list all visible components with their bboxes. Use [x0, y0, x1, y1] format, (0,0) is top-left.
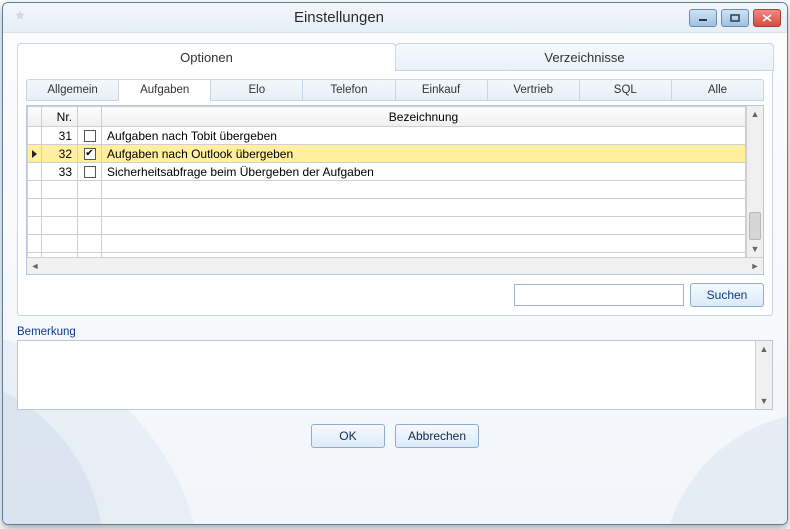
search-button[interactable]: Suchen — [690, 283, 764, 307]
dialog-buttons: OK Abbrechen — [17, 410, 773, 448]
scroll-left-icon: ◄ — [27, 261, 43, 271]
row-indicator — [28, 127, 42, 145]
remark-vscrollbar[interactable]: ▲ ▼ — [755, 341, 772, 409]
cell-label: Aufgaben nach Outlook übergeben — [102, 145, 746, 163]
grid-hscrollbar[interactable]: ◄ ► — [27, 257, 763, 274]
cancel-button[interactable]: Abbrechen — [395, 424, 479, 448]
cell-checkbox: ✔ — [78, 145, 102, 163]
minimize-icon — [698, 14, 708, 22]
subtab-allgemein[interactable]: Allgemein — [26, 79, 119, 101]
table-row-empty — [28, 217, 746, 235]
settings-window: Einstellungen Optionen Verzeichnisse All… — [2, 2, 788, 525]
cell-checkbox — [78, 163, 102, 181]
close-icon — [762, 14, 772, 22]
close-button[interactable] — [753, 9, 781, 27]
table-row-empty — [28, 235, 746, 253]
cell-nr: 31 — [42, 127, 78, 145]
minimize-button[interactable] — [689, 9, 717, 27]
cell-nr: 32 — [42, 145, 78, 163]
cell-nr: 33 — [42, 163, 78, 181]
remark-textarea[interactable] — [18, 341, 755, 409]
main-tabs: Optionen Verzeichnisse — [17, 43, 773, 71]
scroll-down-icon: ▼ — [760, 393, 769, 409]
maximize-icon — [730, 14, 740, 22]
option-checkbox[interactable] — [84, 130, 96, 142]
titlebar: Einstellungen — [3, 3, 787, 33]
ok-button[interactable]: OK — [311, 424, 385, 448]
sub-tabs: Allgemein Aufgaben Elo Telefon Einkauf V… — [26, 79, 764, 101]
tab-optionen[interactable]: Optionen — [17, 43, 396, 71]
remark-box: ▲ ▼ — [17, 340, 773, 410]
table-row[interactable]: 31 Aufgaben nach Tobit übergeben — [28, 127, 746, 145]
scroll-down-icon: ▼ — [751, 241, 760, 257]
current-row-icon — [32, 150, 37, 158]
cell-label: Aufgaben nach Tobit übergeben — [102, 127, 746, 145]
table-row-empty — [28, 181, 746, 199]
maximize-button[interactable] — [721, 9, 749, 27]
grid-header-bezeichnung[interactable]: Bezeichnung — [102, 107, 746, 127]
grid-header-nr[interactable]: Nr. — [42, 107, 78, 127]
subtab-sql[interactable]: SQL — [579, 79, 672, 101]
subtab-elo[interactable]: Elo — [210, 79, 303, 101]
scroll-up-icon: ▲ — [751, 106, 760, 122]
subtab-vertrieb[interactable]: Vertrieb — [487, 79, 580, 101]
remark-label: Bemerkung — [17, 326, 773, 338]
cell-checkbox — [78, 127, 102, 145]
row-indicator — [28, 145, 42, 163]
client-area: Optionen Verzeichnisse Allgemein Aufgabe… — [3, 33, 787, 524]
table-row-empty — [28, 199, 746, 217]
table-row[interactable]: 33 Sicherheitsabfrage beim Übergeben der … — [28, 163, 746, 181]
grid-header-indicator — [28, 107, 42, 127]
settings-grid: Nr. Bezeichnung 31 Aufgaben nach Tobit üb… — [26, 105, 764, 275]
subtab-einkauf[interactable]: Einkauf — [395, 79, 488, 101]
grid-header-check — [78, 107, 102, 127]
scroll-thumb[interactable] — [749, 212, 761, 240]
cell-label: Sicherheitsabfrage beim Übergeben der Au… — [102, 163, 746, 181]
search-row: Suchen — [26, 283, 764, 307]
option-checkbox[interactable] — [84, 166, 96, 178]
table-row[interactable]: 32 ✔ Aufgaben nach Outlook übergeben — [28, 145, 746, 163]
grid-vscrollbar[interactable]: ▲ ▼ — [746, 106, 763, 257]
subtab-telefon[interactable]: Telefon — [302, 79, 395, 101]
option-checkbox[interactable]: ✔ — [84, 148, 96, 160]
window-title: Einstellungen — [2, 9, 689, 26]
scroll-up-icon: ▲ — [760, 341, 769, 357]
scroll-right-icon: ► — [747, 261, 763, 271]
main-panel: Allgemein Aufgaben Elo Telefon Einkauf V… — [17, 70, 773, 316]
row-indicator — [28, 163, 42, 181]
tab-verzeichnisse[interactable]: Verzeichnisse — [395, 43, 774, 71]
subtab-alle[interactable]: Alle — [671, 79, 764, 101]
subtab-aufgaben[interactable]: Aufgaben — [118, 79, 211, 101]
search-input[interactable] — [514, 284, 684, 306]
